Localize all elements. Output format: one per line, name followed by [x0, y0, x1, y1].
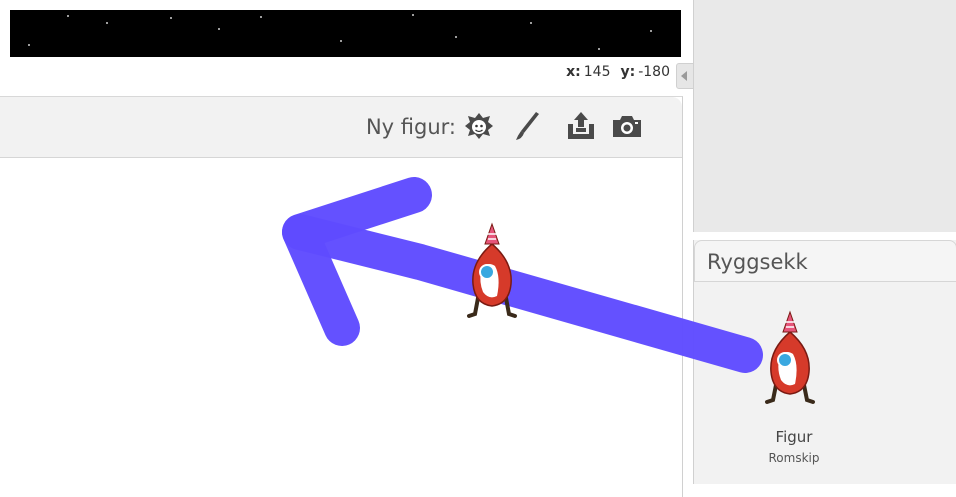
sprite-head-icon[interactable]	[462, 109, 496, 143]
backpack-panel: Ryggsekk Figur Romskip	[693, 240, 956, 484]
backpack-item[interactable]: Figur Romskip	[694, 240, 894, 484]
upload-icon[interactable]	[564, 109, 598, 143]
y-value: -180	[638, 64, 670, 80]
sprite-list-panel: Ny figur:	[0, 96, 683, 497]
sprite-list-header: Ny figur:	[0, 97, 682, 158]
rocket-sprite-icon	[765, 310, 815, 404]
chevron-left-icon	[681, 71, 687, 81]
backpack-item-name: Figur	[775, 428, 813, 446]
blocks-palette-area	[693, 0, 956, 232]
new-sprite-label: Ny figur:	[365, 115, 456, 139]
paintbrush-icon[interactable]	[510, 109, 544, 143]
x-value: 145	[583, 64, 611, 80]
backpack-item-costume: Romskip	[768, 451, 820, 465]
stage[interactable]	[10, 10, 681, 57]
y-label: y:	[620, 64, 636, 80]
camera-icon[interactable]	[610, 109, 644, 143]
mouse-coordinates: x: 145 y: -180	[566, 64, 670, 80]
x-label: x:	[566, 64, 581, 80]
collapse-backpack-handle[interactable]	[676, 63, 694, 89]
